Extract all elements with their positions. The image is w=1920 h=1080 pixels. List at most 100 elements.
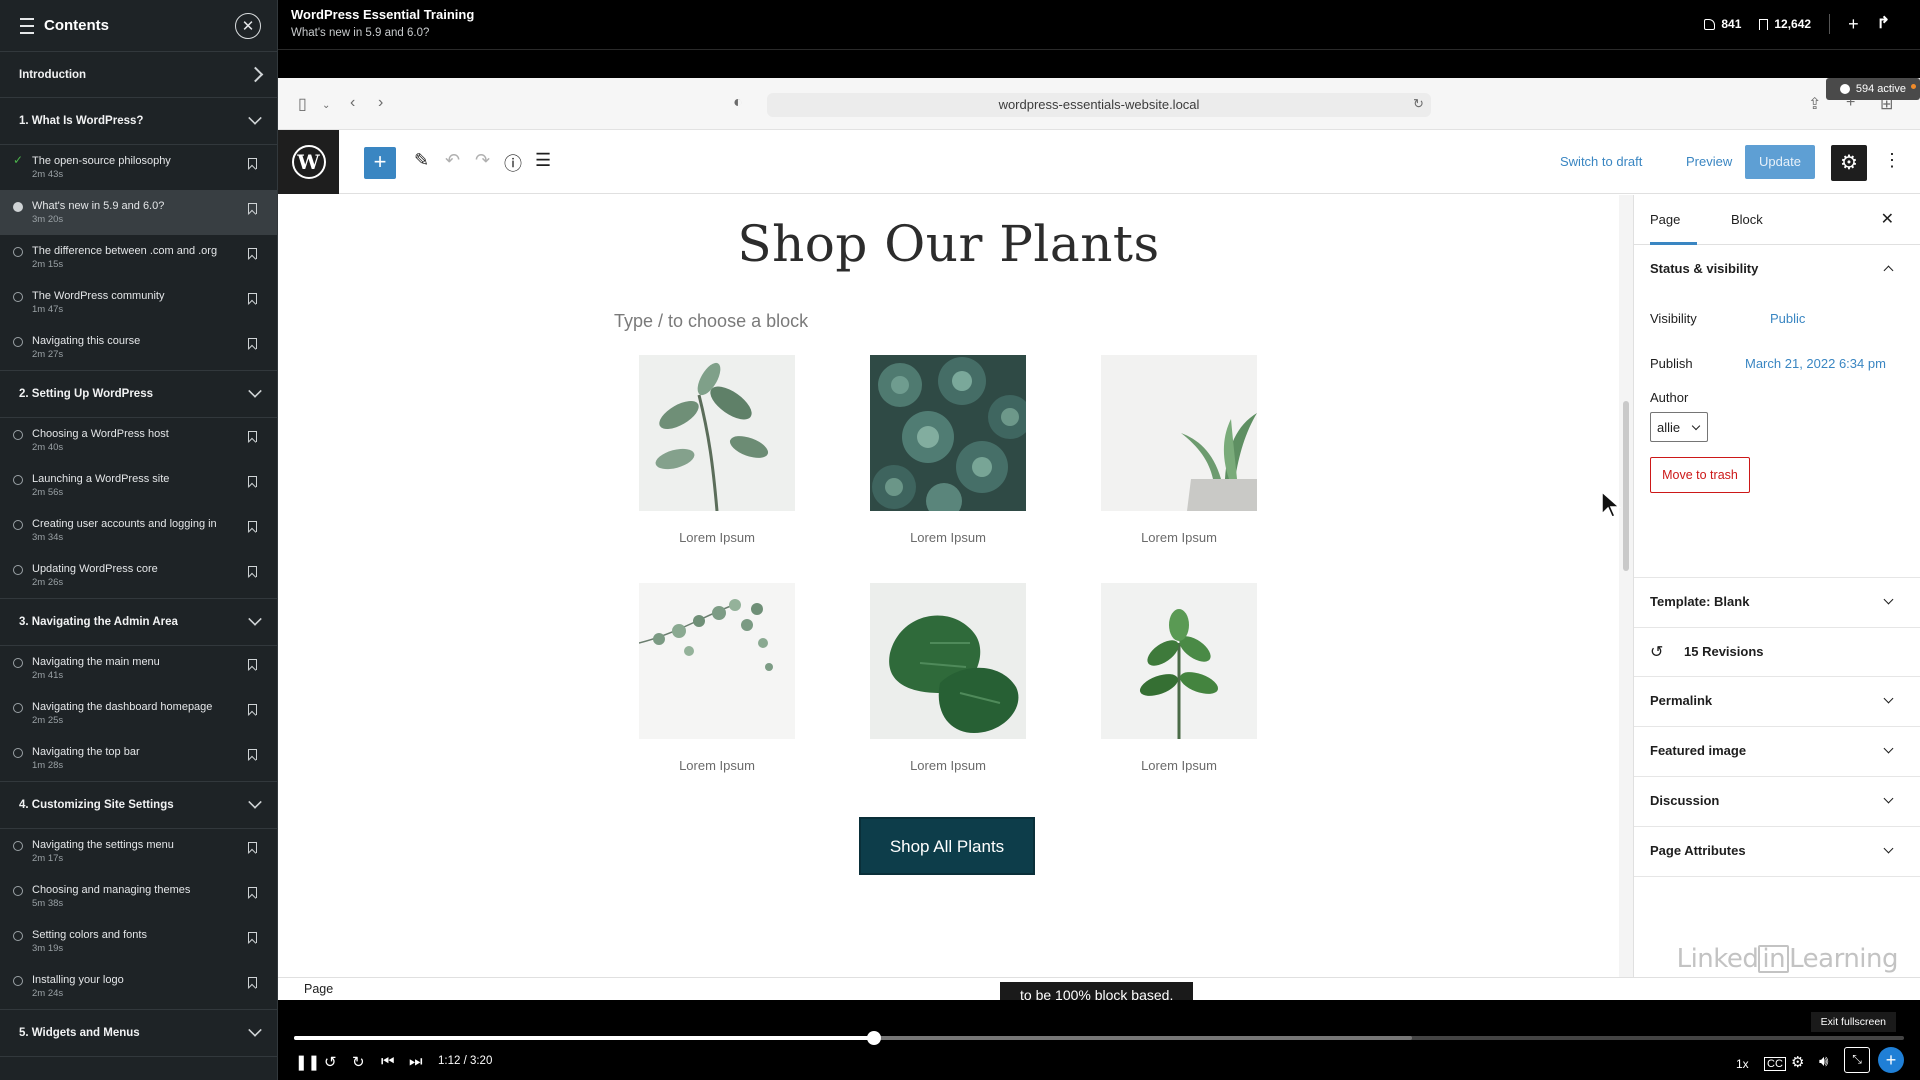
save-button[interactable]: 12,642	[1759, 17, 1811, 31]
lesson-item[interactable]: ✓ The open-source philosophy 2m 43s	[0, 145, 277, 190]
circle-icon	[13, 931, 23, 941]
section-label: 3. Navigating the Admin Area	[19, 616, 178, 628]
section-header[interactable]: 1. What Is WordPress?	[0, 98, 277, 145]
section-header[interactable]: 3. Navigating the Admin Area	[0, 599, 277, 646]
plant-card: Lorem Ipsum	[1101, 583, 1257, 773]
volume-icon[interactable]: 🔊︎	[1819, 1053, 1828, 1070]
forward-icon[interactable]: ↻	[352, 1053, 365, 1071]
bookmark-icon[interactable]	[248, 338, 257, 349]
course-contents-sidebar: Contents ✕ Introduction 1. What Is WordP…	[0, 0, 278, 1080]
add-to-collection-button[interactable]: +	[1848, 15, 1859, 33]
share-button[interactable]: ↱	[1877, 16, 1890, 32]
publish-value: March 21, 2022 6:34 pm	[1745, 356, 1886, 371]
revisions-label: 15 Revisions	[1684, 644, 1764, 659]
bookmark-icon[interactable]	[248, 431, 257, 442]
lesson-duration: 2m 27s	[32, 349, 64, 360]
plant-caption: Lorem Ipsum	[1141, 530, 1217, 545]
bookmark-icon[interactable]	[248, 749, 257, 760]
close-sidebar-button[interactable]: ✕	[235, 12, 261, 39]
list-icon	[16, 17, 34, 34]
lesson-title: Installing your logo	[32, 974, 124, 986]
like-button[interactable]: 841	[1704, 17, 1741, 31]
lesson-duration: 1m 47s	[32, 304, 64, 315]
settings-gear-icon[interactable]: ⚙	[1791, 1053, 1804, 1071]
notification-dot	[1911, 84, 1916, 89]
circle-icon	[13, 748, 23, 758]
lesson-title: Updating WordPress core	[32, 563, 158, 575]
lesson-item[interactable]: Creating user accounts and logging in 3m …	[0, 508, 277, 553]
bookmark-icon[interactable]	[248, 887, 257, 898]
lesson-title: Creating user accounts and logging in	[32, 518, 217, 530]
section-header[interactable]: 2. Setting Up WordPress	[0, 371, 277, 418]
progress-handle[interactable]	[866, 1031, 881, 1045]
bookmark-icon[interactable]	[248, 842, 257, 853]
block-breadcrumb: Page	[304, 982, 334, 996]
lesson-item[interactable]: Launching a WordPress site 2m 56s	[0, 463, 277, 508]
lesson-item[interactable]: Navigating this course 2m 27s	[0, 325, 277, 370]
page-attributes-panel: Page Attributes	[1634, 827, 1920, 877]
progress-fill	[294, 1036, 874, 1040]
scrollbar-thumb	[1623, 401, 1629, 571]
bookmark-icon[interactable]	[248, 476, 257, 487]
next-icon[interactable]: ⏭	[409, 1053, 423, 1070]
lesson-item[interactable]: Choosing and managing themes 5m 38s	[0, 874, 277, 919]
circle-icon	[13, 886, 23, 896]
lesson-item[interactable]: Installing your logo 2m 24s	[0, 964, 277, 1009]
lesson-item[interactable]: Navigating the top bar 1m 28s	[0, 736, 277, 781]
lesson-item[interactable]: Setting colors and fonts 3m 19s	[0, 919, 277, 964]
video-frame[interactable]: ▯ ⌄ ‹ › ◐ wordpress-essentials-website.l…	[278, 78, 1920, 1000]
lesson-item[interactable]: Navigating the main menu 2m 41s	[0, 646, 277, 691]
author-label: Author	[1650, 390, 1689, 405]
playback-speed-button[interactable]: 1x	[1736, 1057, 1749, 1071]
lesson-duration: 2m 17s	[32, 853, 64, 864]
check-icon: ✓	[13, 153, 24, 167]
permalink-panel: Permalink	[1634, 677, 1920, 727]
bookmark-icon[interactable]	[248, 932, 257, 943]
captions-button[interactable]: CC	[1764, 1057, 1786, 1071]
inspector-tabs: Page Block ✕	[1634, 195, 1920, 245]
section-introduction[interactable]: Introduction	[0, 52, 277, 98]
plant-image	[1101, 583, 1257, 739]
thumbs-up-icon	[1704, 18, 1716, 30]
bookmark-icon[interactable]	[248, 248, 257, 259]
plant-caption: Lorem Ipsum	[679, 530, 755, 545]
bookmark-icon[interactable]	[248, 977, 257, 988]
course-title[interactable]: WordPress Essential Training	[291, 7, 474, 22]
app-root: Contents ✕ Introduction 1. What Is WordP…	[0, 0, 1920, 1080]
bookmark-icon[interactable]	[248, 203, 257, 214]
rewind-icon[interactable]: ↺	[324, 1053, 337, 1071]
section-header[interactable]: 5. Widgets and Menus	[0, 1010, 277, 1057]
chevron-down-icon	[1883, 793, 1894, 804]
bookmark-icon[interactable]	[248, 158, 257, 169]
lesson-duration: 2m 41s	[32, 670, 64, 681]
lesson-item[interactable]: Choosing a WordPress host 2m 40s	[0, 418, 277, 463]
lesson-list: ✓ The open-source philosophy 2m 43s What's …	[0, 145, 277, 371]
chevron-down-icon	[248, 795, 262, 809]
bookmark-icon[interactable]	[248, 659, 257, 670]
lesson-item[interactable]: The WordPress community 1m 47s	[0, 280, 277, 325]
bookmark-icon[interactable]	[248, 521, 257, 532]
chevron-down-icon	[1883, 693, 1894, 704]
exit-fullscreen-button[interactable]: ⤡	[1844, 1047, 1870, 1073]
watermark-logo: in	[1758, 945, 1790, 973]
section-header[interactable]: 4. Customizing Site Settings	[0, 782, 277, 829]
lesson-item[interactable]: Navigating the settings menu 2m 17s	[0, 829, 277, 874]
switch-to-draft-button: Switch to draft	[1560, 154, 1643, 169]
progress-bar[interactable]	[294, 1031, 1904, 1045]
chevron-down-icon	[1691, 421, 1701, 431]
lesson-item[interactable]: Updating WordPress core 2m 26s	[0, 553, 277, 598]
add-button[interactable]: +	[1878, 1047, 1904, 1073]
lesson-item[interactable]: Navigating the dashboard homepage 2m 25s	[0, 691, 277, 736]
lesson-item[interactable]: What's new in 5.9 and 6.0? 3m 20s	[0, 190, 277, 235]
lesson-item[interactable]: The difference between .com and .org 2m 1…	[0, 235, 277, 280]
bookmark-icon[interactable]	[248, 566, 257, 577]
bookmark-icon[interactable]	[248, 293, 257, 304]
bookmark-icon	[1759, 18, 1769, 30]
plant-card: Lorem Ipsum	[1101, 355, 1257, 545]
history-icon: ↺	[1650, 644, 1664, 661]
plant-image	[870, 355, 1032, 519]
section-label: 2. Setting Up WordPress	[19, 388, 153, 400]
bookmark-icon[interactable]	[248, 704, 257, 715]
previous-icon[interactable]: ⏮	[381, 1053, 395, 1070]
pause-button[interactable]: ❚❚	[295, 1053, 320, 1071]
